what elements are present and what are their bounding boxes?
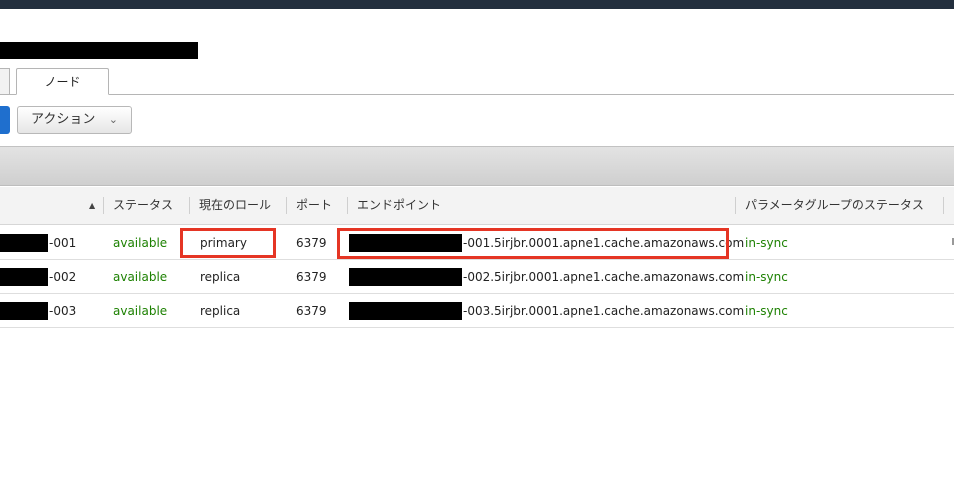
table-row[interactable]: -003 available replica 6379 -003.5irjbr.… bbox=[0, 294, 954, 328]
node-id-suffix: -003 bbox=[49, 304, 77, 318]
node-status: available bbox=[113, 304, 168, 318]
actions-dropdown-button[interactable]: アクション ⌄ bbox=[17, 106, 132, 134]
column-header-role[interactable]: 現在のロール bbox=[199, 187, 271, 224]
node-endpoint: -002.5irjbr.0001.apne1.cache.amazonaws.c… bbox=[463, 270, 745, 284]
node-role: replica bbox=[200, 270, 241, 284]
node-id-suffix: -002 bbox=[49, 270, 77, 284]
tab-previous[interactable] bbox=[0, 68, 10, 94]
parameter-group-status: in-sync bbox=[745, 304, 788, 318]
node-role: replica bbox=[200, 304, 241, 318]
table-header: ▲ ステータス 現在のロール ポート エンドポイント パラメータグループのステー… bbox=[0, 187, 954, 225]
redacted-endpoint-prefix bbox=[349, 268, 462, 286]
table-row[interactable]: -002 available replica 6379 -002.5irjbr.… bbox=[0, 260, 954, 294]
column-separator bbox=[735, 197, 736, 214]
highlight-primary-role bbox=[180, 228, 276, 258]
primary-action-button[interactable] bbox=[0, 106, 10, 134]
column-separator bbox=[286, 197, 287, 214]
tab-baseline bbox=[0, 94, 954, 95]
node-status: available bbox=[113, 270, 168, 284]
column-header-status[interactable]: ステータス bbox=[113, 187, 173, 224]
node-id-suffix: -001 bbox=[49, 236, 77, 250]
sort-ascending-icon[interactable]: ▲ bbox=[89, 187, 95, 224]
redacted-node-name bbox=[0, 234, 48, 252]
column-separator bbox=[943, 197, 944, 214]
node-endpoint: -003.5irjbr.0001.apne1.cache.amazonaws.c… bbox=[463, 304, 745, 318]
redacted-endpoint-prefix bbox=[349, 302, 462, 320]
redacted-node-name bbox=[0, 302, 48, 320]
node-port: 6379 bbox=[296, 270, 327, 284]
column-separator bbox=[347, 197, 348, 214]
parameter-group-status: in-sync bbox=[745, 270, 788, 284]
column-separator bbox=[189, 197, 190, 214]
column-header-parameter-group-status[interactable]: パラメータグループのステータス bbox=[745, 187, 924, 224]
tab-bar: ノード bbox=[0, 68, 954, 95]
redacted-cluster-title bbox=[0, 42, 198, 59]
actions-button-label: アクション bbox=[31, 112, 96, 127]
highlight-primary-endpoint bbox=[337, 228, 729, 259]
redacted-node-name bbox=[0, 268, 48, 286]
node-status: available bbox=[113, 236, 168, 250]
tab-nodes[interactable]: ノード bbox=[16, 68, 109, 95]
node-port: 6379 bbox=[296, 304, 327, 318]
column-separator bbox=[103, 197, 104, 214]
chevron-down-icon: ⌄ bbox=[108, 113, 118, 126]
table-toolbar bbox=[0, 146, 954, 186]
parameter-group-status: in-sync bbox=[745, 236, 788, 250]
column-header-endpoint[interactable]: エンドポイント bbox=[357, 187, 441, 224]
node-port: 6379 bbox=[296, 236, 327, 250]
column-header-port[interactable]: ポート bbox=[296, 187, 332, 224]
top-navigation-bar bbox=[0, 0, 954, 9]
